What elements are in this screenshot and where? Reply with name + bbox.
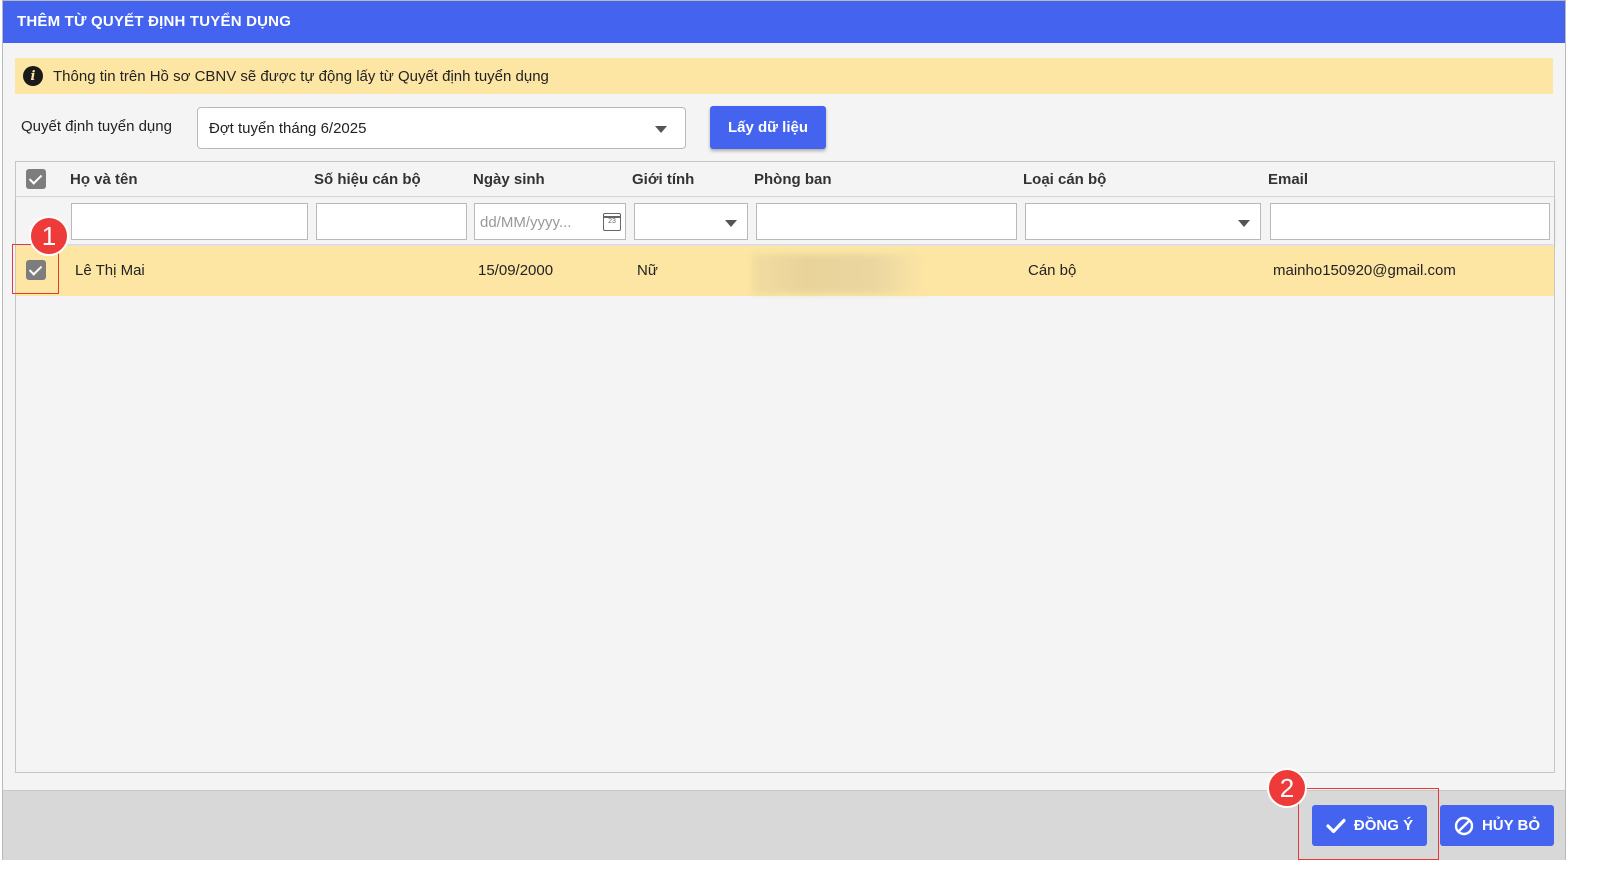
cell-staff-type: Cán bộ — [1028, 262, 1077, 279]
dob-filter-input[interactable]: dd/MM/yyyy... 23 — [474, 203, 626, 240]
cancel-button-label: HỦY BỎ — [1481, 817, 1541, 834]
dob-filter-placeholder: dd/MM/yyyy... — [480, 214, 572, 231]
column-header-name[interactable]: Họ và tên — [70, 162, 138, 197]
info-text: Thông tin trên Hồ sơ CBNV sẽ được tự độn… — [53, 67, 549, 85]
column-header-dob[interactable]: Ngày sinh — [473, 162, 545, 197]
chevron-down-icon — [655, 126, 667, 133]
chevron-down-icon — [725, 220, 737, 227]
employee-grid: Họ và tên Số hiệu cán bộ Ngày sinh Giới … — [15, 161, 1555, 773]
table-row[interactable]: Lê Thị Mai 15/09/2000 Nữ Cán bộ mainho15… — [16, 246, 1554, 296]
ban-icon — [1454, 816, 1474, 835]
department-filter-input[interactable] — [756, 203, 1017, 240]
cell-name: Lê Thị Mai — [75, 262, 145, 279]
staff-id-filter-input[interactable] — [316, 203, 467, 240]
decision-select[interactable]: Đợt tuyển tháng 6/2025 — [197, 107, 686, 149]
column-header-email[interactable]: Email — [1268, 162, 1308, 197]
name-filter-input[interactable] — [71, 203, 308, 240]
cancel-button[interactable]: HỦY BỎ — [1440, 805, 1554, 846]
dialog-title: THÊM TỪ QUYẾT ĐỊNH TUYỂN DỤNG — [3, 1, 1565, 43]
cell-department-blurred — [752, 254, 927, 294]
step1-badge: 1 — [29, 216, 69, 256]
info-banner: i Thông tin trên Hồ sơ CBNV sẽ được tự đ… — [15, 58, 1553, 94]
column-header-staff-id[interactable]: Số hiệu cán bộ — [314, 162, 421, 197]
staff-type-filter-select[interactable] — [1025, 203, 1261, 240]
email-filter-input[interactable] — [1270, 203, 1550, 240]
chevron-down-icon — [1238, 220, 1250, 227]
page-margin — [1566, 0, 1603, 880]
cell-gender: Nữ — [637, 262, 658, 279]
column-header-staff-type[interactable]: Loại cán bộ — [1023, 162, 1106, 197]
step2-badge: 2 — [1267, 768, 1307, 808]
cell-email: mainho150920@gmail.com — [1273, 262, 1456, 279]
step2-highlight-box — [1298, 788, 1439, 860]
gender-filter-select[interactable] — [634, 203, 748, 240]
column-header-department[interactable]: Phòng ban — [754, 162, 832, 197]
select-all-checkbox[interactable] — [26, 169, 46, 189]
info-icon: i — [23, 66, 43, 86]
cell-dob: 15/09/2000 — [478, 262, 554, 279]
decision-select-value: Đợt tuyển tháng 6/2025 — [209, 120, 367, 137]
calendar-icon[interactable]: 23 — [603, 213, 621, 231]
fetch-data-button[interactable]: Lấy dữ liệu — [710, 106, 826, 149]
grid-header: Họ và tên Số hiệu cán bộ Ngày sinh Giới … — [16, 162, 1554, 197]
decision-label: Quyết định tuyển dụng — [21, 118, 172, 135]
filter-row: dd/MM/yyyy... 23 — [16, 198, 1554, 244]
column-header-gender[interactable]: Giới tính — [632, 162, 694, 197]
recruitment-dialog: THÊM TỪ QUYẾT ĐỊNH TUYỂN DỤNG i Thông ti… — [2, 0, 1566, 860]
